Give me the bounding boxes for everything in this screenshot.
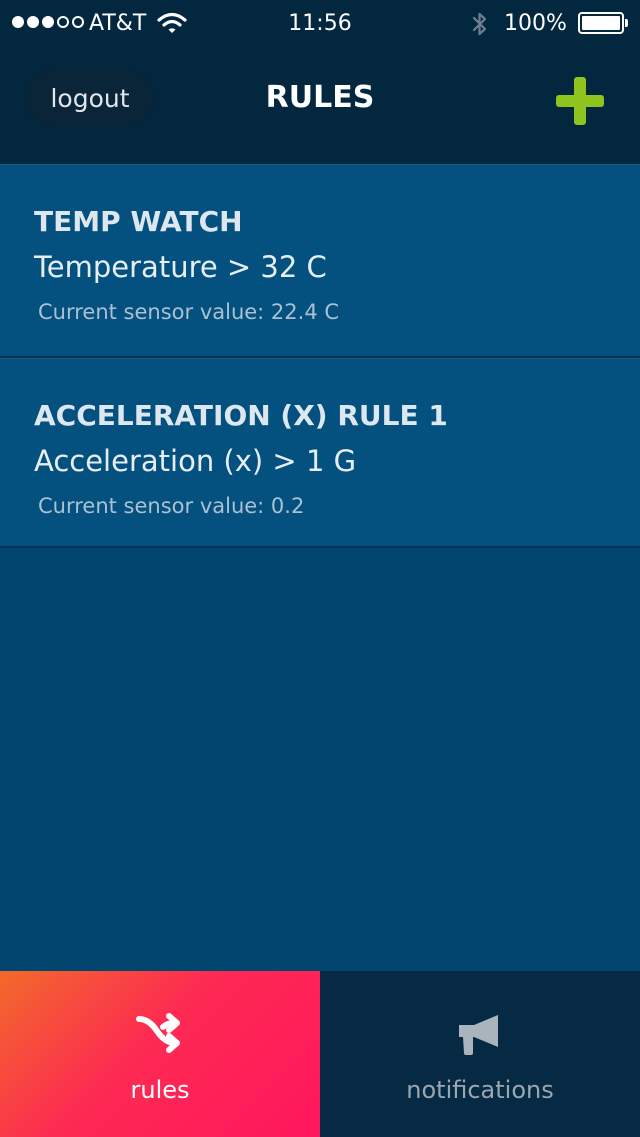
battery-icon — [578, 12, 628, 34]
tab-notifications[interactable]: notifications — [320, 971, 640, 1137]
rule-name: ACCELERATION (X) RULE 1 — [34, 399, 448, 432]
rule-condition: Temperature > 32 C — [34, 250, 327, 284]
header: AT&T 11:56 100% logout RULES — [0, 0, 640, 164]
tab-bar: rules notifications — [0, 971, 640, 1137]
battery-percent: 100% — [504, 11, 567, 36]
megaphone-icon — [456, 1013, 504, 1061]
rule-item-acceleration-x[interactable]: ACCELERATION (X) RULE 1 Acceleration (x)… — [0, 358, 640, 548]
rule-item-temp-watch[interactable]: TEMP WATCH Temperature > 32 C Current se… — [0, 164, 640, 358]
tab-rules-label: rules — [130, 1076, 190, 1104]
page-title: RULES — [265, 80, 375, 115]
tab-notifications-label: notifications — [406, 1076, 554, 1104]
rule-condition: Acceleration (x) > 1 G — [34, 444, 357, 478]
rule-name: TEMP WATCH — [34, 205, 243, 238]
rules-list: TEMP WATCH Temperature > 32 C Current se… — [0, 164, 640, 548]
tab-rules[interactable]: rules — [0, 971, 320, 1137]
add-rule-button[interactable] — [556, 77, 604, 125]
rule-sensor-value: Current sensor value: 22.4 C — [38, 300, 340, 324]
bluetooth-icon — [470, 10, 490, 44]
shuffle-icon — [135, 1013, 185, 1061]
app-screen: AT&T 11:56 100% logout RULES TEMP WATCH … — [0, 0, 640, 1137]
rule-sensor-value: Current sensor value: 0.2 — [38, 494, 305, 518]
status-bar: AT&T 11:56 100% — [0, 0, 640, 48]
